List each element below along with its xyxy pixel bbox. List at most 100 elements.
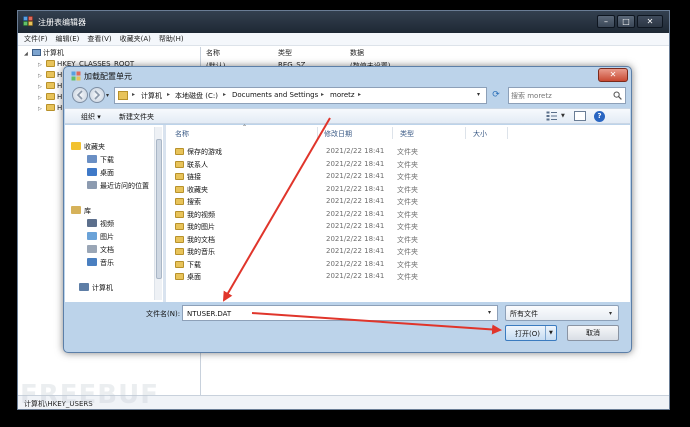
menu-help[interactable]: 帮助(H) <box>159 33 184 45</box>
back-button[interactable] <box>72 87 88 103</box>
column-header-data[interactable]: 数据 <box>350 48 364 58</box>
file-date: 2021/2/22 18:41 <box>326 184 385 193</box>
views-icon[interactable] <box>546 111 558 121</box>
nav-item-music[interactable]: 音乐 <box>87 258 114 269</box>
cancel-button[interactable]: 取消 <box>567 325 619 341</box>
file-row[interactable]: 桌面 2021/2/22 18:41 文件夹 <box>175 271 435 283</box>
column-header-type[interactable]: 类型 <box>278 48 292 58</box>
tree-expander-icon[interactable]: ▷ <box>38 93 46 103</box>
dialog-title: 加载配置单元 <box>84 72 132 81</box>
menu-favorites[interactable]: 收藏夹(A) <box>120 33 151 45</box>
regedit-caption-buttons: – □ ✕ <box>597 15 663 28</box>
views-dropdown-icon[interactable]: ▼ <box>561 113 565 119</box>
file-row[interactable]: 搜索 2021/2/22 18:41 文件夹 <box>175 196 435 208</box>
tree-expander-icon[interactable]: ▷ <box>38 104 46 114</box>
regedit-app-icon <box>71 71 81 81</box>
tree-expander-icon[interactable]: ▷ <box>38 71 46 81</box>
close-button[interactable]: ✕ <box>637 15 663 28</box>
tree-item-hive[interactable]: ▷ H <box>38 92 62 102</box>
open-button[interactable]: 打开(O) ▼ <box>505 325 557 341</box>
breadcrumb-separator-icon[interactable]: ▸ <box>223 91 226 98</box>
breadcrumb-separator-icon[interactable]: ▸ <box>321 91 324 98</box>
scrollbar-thumb[interactable] <box>156 139 162 279</box>
file-row[interactable]: 我的视频 2021/2/22 18:41 文件夹 <box>175 209 435 221</box>
nav-item-favorites[interactable]: 收藏夹 <box>71 142 105 153</box>
file-row[interactable]: 收藏夹 2021/2/22 18:41 文件夹 <box>175 184 435 196</box>
regedit-app-icon <box>23 16 33 26</box>
file-row[interactable]: 下载 2021/2/22 18:41 文件夹 <box>175 259 435 271</box>
nav-item-documents[interactable]: 文档 <box>87 245 114 256</box>
navigation-scrollbar[interactable] <box>154 127 162 300</box>
column-header-type[interactable]: 类型 <box>400 129 414 139</box>
file-type: 文件夹 <box>397 273 418 281</box>
file-type-filter[interactable]: 所有文件 ▾ <box>505 305 619 321</box>
search-input[interactable] <box>511 90 611 102</box>
folder-icon <box>175 260 184 268</box>
address-dropdown-icon[interactable]: ▾ <box>477 91 480 98</box>
menu-file[interactable]: 文件(F) <box>24 33 48 45</box>
new-folder-button[interactable]: 新建文件夹 <box>119 112 154 122</box>
pane-splitter[interactable] <box>163 125 166 302</box>
column-divider[interactable] <box>507 127 508 139</box>
forward-button[interactable] <box>89 87 105 103</box>
dialog-close-button[interactable]: ✕ <box>598 68 628 82</box>
filename-dropdown-icon[interactable]: ▾ <box>488 309 491 316</box>
preview-pane-icon[interactable] <box>574 111 586 121</box>
column-header-date-modified[interactable]: 修改日期 <box>324 129 352 139</box>
column-header-name[interactable]: 名称 <box>175 129 189 139</box>
menu-view[interactable]: 查看(V) <box>87 33 111 45</box>
file-date: 2021/2/22 18:41 <box>326 234 385 243</box>
chevron-down-icon[interactable]: ▾ <box>609 310 612 317</box>
search-box[interactable] <box>508 87 626 104</box>
nav-item-computer[interactable]: 计算机 <box>79 283 113 294</box>
recent-pages-dropdown-icon[interactable]: ▾ <box>106 92 109 99</box>
breadcrumb-separator-icon[interactable]: ▸ <box>358 91 361 98</box>
column-divider[interactable] <box>392 127 393 139</box>
breadcrumb-separator-icon[interactable]: ▸ <box>132 91 135 98</box>
downloads-icon <box>87 155 97 163</box>
file-row[interactable]: 联系人 2021/2/22 18:41 文件夹 <box>175 159 435 171</box>
file-row[interactable]: 我的文档 2021/2/22 18:41 文件夹 <box>175 234 435 246</box>
minimize-button[interactable]: – <box>597 15 615 28</box>
breadcrumb-moretz[interactable]: moretz <box>330 91 355 99</box>
column-header-size[interactable]: 大小 <box>473 129 487 139</box>
tree-item-hive[interactable]: ▷ H <box>38 103 62 113</box>
open-options-dropdown-icon[interactable]: ▼ <box>549 330 553 336</box>
nav-item-pictures[interactable]: 图片 <box>87 232 114 243</box>
file-type-filter-value: 所有文件 <box>510 310 538 318</box>
tree-item-computer[interactable]: ◢ 计算机 <box>24 48 64 58</box>
menu-edit[interactable]: 编辑(E) <box>56 33 80 45</box>
breadcrumb-separator-icon[interactable]: ▸ <box>167 91 170 98</box>
file-row[interactable]: 我的音乐 2021/2/22 18:41 文件夹 <box>175 246 435 258</box>
nav-item-downloads[interactable]: 下载 <box>87 155 114 166</box>
breadcrumb-documents-and-settings[interactable]: Documents and Settings <box>232 91 318 99</box>
tree-expander-icon[interactable]: ◢ <box>24 49 32 59</box>
file-row[interactable]: 链接 2021/2/22 18:41 文件夹 <box>175 171 435 183</box>
refresh-button[interactable]: ⟳ <box>489 87 503 104</box>
nav-item-libraries[interactable]: 库 <box>71 206 91 217</box>
column-divider[interactable] <box>317 127 318 139</box>
tree-expander-icon[interactable]: ▷ <box>38 82 46 92</box>
tree-expander-icon[interactable]: ▷ <box>38 60 46 70</box>
breadcrumb-local-disk[interactable]: 本地磁盘 (C:) <box>175 91 218 101</box>
nav-item-recent-places[interactable]: 最近访问的位置 <box>87 181 149 192</box>
nav-item-desktop[interactable]: 桌面 <box>87 168 114 179</box>
file-row[interactable]: 我的图片 2021/2/22 18:41 文件夹 <box>175 221 435 233</box>
organize-button[interactable]: 组织 ▾ <box>81 112 101 122</box>
computer-icon <box>32 49 41 56</box>
folder-icon <box>46 104 55 111</box>
help-icon[interactable]: ? <box>594 111 605 122</box>
tree-item-hive[interactable]: ▷ H <box>38 70 62 80</box>
filename-combobox[interactable]: ▾ <box>182 305 498 321</box>
forward-arrow-icon <box>94 90 101 100</box>
tree-item-hive[interactable]: ▷ H <box>38 81 62 91</box>
filename-input[interactable] <box>187 308 477 319</box>
column-header-name[interactable]: 名称 <box>206 48 220 58</box>
address-bar[interactable]: ▸ 计算机 ▸ 本地磁盘 (C:) ▸ Documents and Settin… <box>114 87 487 104</box>
nav-item-videos[interactable]: 视频 <box>87 219 114 230</box>
file-name: 联系人 <box>187 160 208 169</box>
maximize-button[interactable]: □ <box>617 15 635 28</box>
breadcrumb-computer[interactable]: 计算机 <box>141 91 162 101</box>
column-divider[interactable] <box>465 127 466 139</box>
file-row[interactable]: 保存的游戏 2021/2/22 18:41 文件夹 <box>175 146 435 158</box>
